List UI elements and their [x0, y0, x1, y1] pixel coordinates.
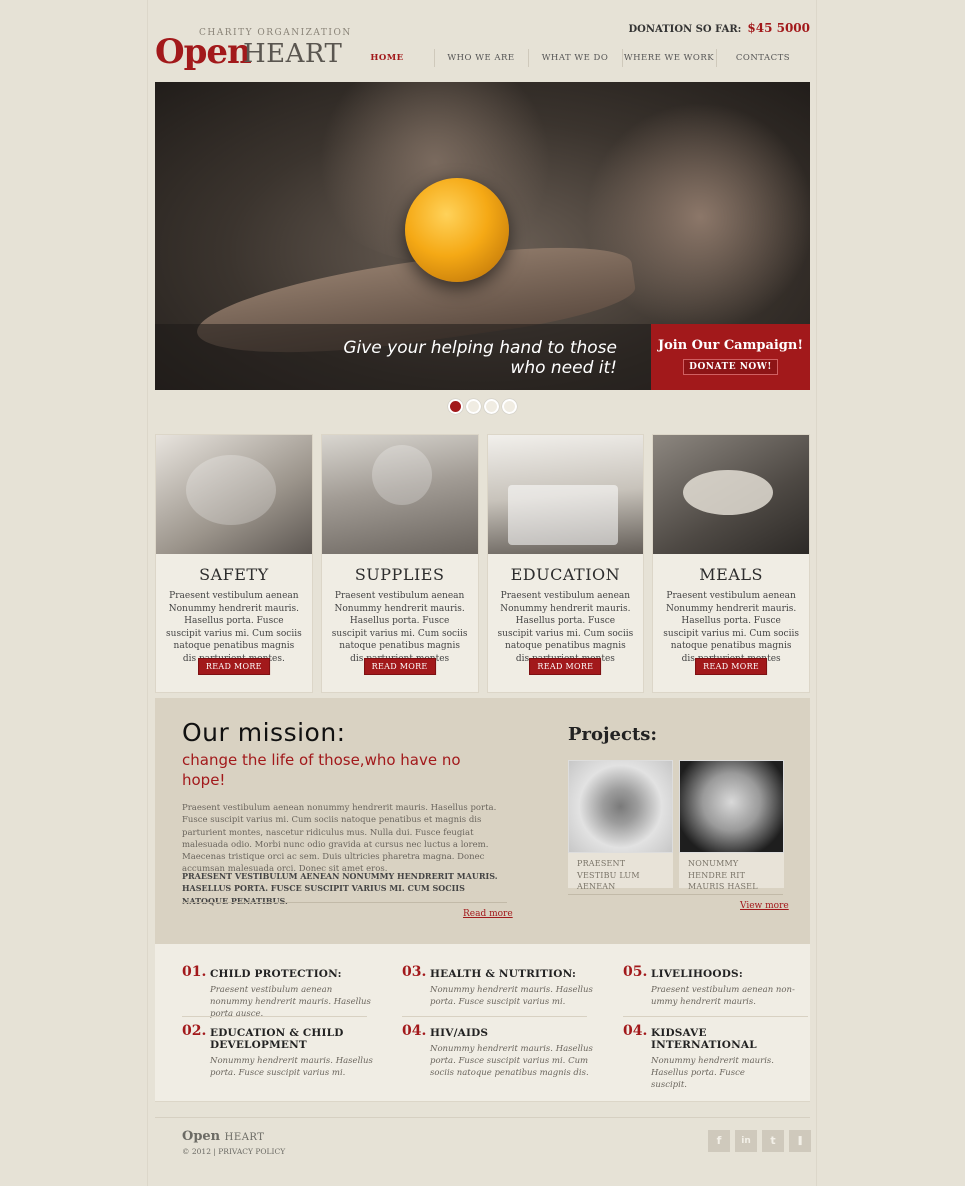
- card-education: EDUCATION Praesent vestibulum aenean Non…: [486, 434, 645, 693]
- main-nav: HOME WHO WE ARE WHAT WE DO WHERE WE WORK…: [340, 46, 810, 70]
- mission-section: Our mission: change the life of those,wh…: [155, 698, 810, 944]
- card-meals-image: [653, 435, 809, 554]
- slider-dot-1[interactable]: [448, 399, 463, 414]
- project-caption: PRAESENT VESTIBU LUM AENEAN: [577, 859, 640, 891]
- service-title: EDUCATION & CHILD DEVELOPMENT: [210, 1027, 344, 1051]
- card-title: MEALS: [699, 565, 763, 584]
- slider-dot-2[interactable]: [466, 399, 481, 414]
- project-child-image: [679, 760, 784, 853]
- service-number: 04.: [402, 1023, 427, 1039]
- card-safety-image: [156, 435, 312, 554]
- nav-item-who-we-are[interactable]: WHO WE ARE: [434, 46, 528, 70]
- service-number: 04.: [623, 1023, 648, 1039]
- divider: [182, 902, 507, 903]
- project-heart-image: [568, 760, 673, 853]
- read-more-button[interactable]: READ MORE: [695, 658, 768, 675]
- service-desc: Praesent vestibulum aenean nonummy hendr…: [210, 985, 371, 1019]
- divider: [182, 1016, 367, 1017]
- logo-heart-text: HEART: [243, 39, 343, 69]
- project-item[interactable]: PRAESENT VESTIBU LUM AENEAN: [568, 760, 673, 891]
- service-title: CHILD PROTECTION:: [210, 968, 342, 980]
- card-text: Praesent vestibulum aenean Nonummy hendr…: [166, 591, 302, 664]
- footer-logo-open: Open: [182, 1129, 221, 1144]
- nav-item-contacts[interactable]: CONTACTS: [716, 46, 810, 70]
- project-caption: NONUMMY HENDRE RIT MAURIS HASEL: [688, 859, 758, 891]
- nav-item-home[interactable]: HOME: [340, 46, 434, 70]
- service-desc: Nonummy hendrerit mauris. Hasellus porta…: [430, 985, 593, 1007]
- social-links: f in t ❚: [708, 1130, 811, 1152]
- donation-label: DONATION SO FAR:: [628, 24, 742, 35]
- card-text: Praesent vestibulum aenean Nonummy hendr…: [331, 591, 468, 664]
- campaign-title: Join Our Campaign!: [657, 338, 804, 353]
- card-meals: MEALS Praesent vestibulum aenean Nonummy…: [652, 434, 810, 693]
- card-text: Praesent vestibulum aenean Nonummy hendr…: [663, 591, 799, 664]
- service-cards: SAFETY Praesent vestibulum aenean Nonumm…: [155, 434, 810, 693]
- linkedin-icon[interactable]: in: [735, 1130, 757, 1152]
- nav-item-what-we-do[interactable]: WHAT WE DO: [528, 46, 622, 70]
- mission-title: Our mission:: [182, 718, 346, 747]
- service-number: 01.: [182, 964, 207, 980]
- mission-read-more-link[interactable]: Read more: [463, 909, 513, 919]
- hero-slogan-line2: who need it!: [510, 358, 617, 378]
- donation-amount: $45 5000: [747, 21, 810, 35]
- services-list: 01. CHILD PROTECTION: Praesent vestibulu…: [155, 944, 810, 1102]
- hero-slider[interactable]: Give your helping hand to those who need…: [155, 82, 810, 390]
- service-desc: Nonummy hendrerit mauris. Hasellus porta…: [430, 1044, 593, 1078]
- card-title: SAFETY: [199, 565, 269, 584]
- slider-pagination: [448, 399, 517, 414]
- project-item[interactable]: NONUMMY HENDRE RIT MAURIS HASEL: [679, 760, 784, 891]
- slider-dot-4[interactable]: [502, 399, 517, 414]
- projects-title: Projects:: [568, 724, 658, 745]
- service-number: 02.: [182, 1023, 207, 1039]
- card-supplies: SUPPLIES Praesent vestibulum aenean Nonu…: [320, 434, 479, 693]
- read-more-button[interactable]: READ MORE: [197, 658, 270, 675]
- projects-view-more-link[interactable]: View more: [740, 901, 789, 911]
- mission-subtitle: change the life of those,who have no hop…: [182, 751, 461, 789]
- nav-item-where-we-work[interactable]: WHERE WE WORK: [622, 46, 716, 70]
- logo-open-text: Open: [155, 32, 252, 72]
- rss-icon[interactable]: ❚: [789, 1130, 811, 1152]
- divider: [155, 1117, 810, 1118]
- read-more-button[interactable]: READ MORE: [529, 658, 602, 675]
- mission-body: Praesent vestibulum aenean nonummy hendr…: [182, 803, 497, 875]
- facebook-icon[interactable]: f: [708, 1130, 730, 1152]
- footer-logo-heart: HEART: [224, 1132, 265, 1143]
- service-desc: Nonummy hendrerit mauris. Hasellus porta…: [210, 1056, 373, 1078]
- service-title: HIV/AIDS: [430, 1027, 489, 1039]
- divider: [568, 894, 783, 895]
- footer-copyright[interactable]: © 2012 | PRIVACY POLICY: [182, 1147, 285, 1156]
- footer-logo[interactable]: Open HEART: [182, 1129, 264, 1144]
- hero-slogan-line1: Give your helping hand to those: [343, 338, 617, 358]
- service-desc: Nonummy hendrerit mauris. Hasellus porta…: [651, 1056, 774, 1090]
- service-desc: Praesent vestibulum aenean non-ummy hend…: [651, 985, 795, 1007]
- service-number: 05.: [623, 964, 648, 980]
- hero-orange-shape: [405, 178, 509, 282]
- card-title: EDUCATION: [510, 565, 621, 584]
- divider: [402, 1016, 587, 1017]
- hero-slogan: Give your helping hand to those who need…: [155, 324, 651, 390]
- service-number: 03.: [402, 964, 427, 980]
- card-education-image: [487, 435, 644, 554]
- card-text: Praesent vestibulum aenean Nonummy hendr…: [497, 591, 634, 664]
- read-more-button[interactable]: READ MORE: [363, 658, 436, 675]
- card-supplies-image: [321, 435, 478, 554]
- logo[interactable]: CHARITY ORGANIZATION Open HEART: [155, 28, 350, 72]
- campaign-box: Join Our Campaign! DONATE NOW!: [651, 324, 810, 390]
- donate-now-button[interactable]: DONATE NOW!: [683, 359, 778, 375]
- slider-dot-3[interactable]: [484, 399, 499, 414]
- card-safety: SAFETY Praesent vestibulum aenean Nonumm…: [155, 434, 313, 693]
- card-title: SUPPLIES: [354, 565, 445, 584]
- divider: [623, 1016, 808, 1017]
- donation-counter: DONATION SO FAR: $45 5000: [628, 21, 810, 35]
- service-title: KIDSAVE INTERNATIONAL: [651, 1027, 757, 1051]
- twitter-icon[interactable]: t: [762, 1130, 784, 1152]
- service-title: HEALTH & NUTRITION:: [430, 968, 577, 980]
- service-title: LIVELIHOODS:: [651, 968, 743, 980]
